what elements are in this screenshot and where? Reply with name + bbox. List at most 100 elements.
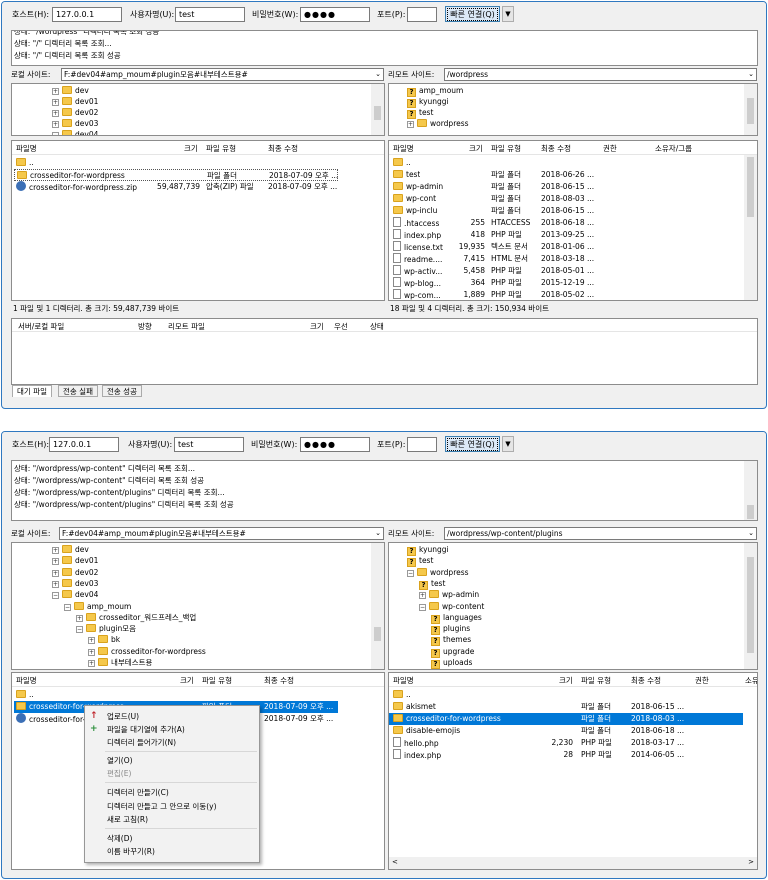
col-modified[interactable]: 최종 수정	[631, 675, 661, 686]
tree-item[interactable]: + dev	[52, 544, 89, 555]
tree-item[interactable]: − plugin모음	[76, 623, 136, 634]
col-status[interactable]: 상태	[370, 321, 384, 332]
quickconnect-dropdown[interactable]: ▼	[502, 6, 514, 22]
file-row[interactable]: hello.php 2,230 PHP 파일 2018-03-17 ...	[389, 737, 743, 749]
tree-item[interactable]: − dev04	[52, 589, 98, 600]
file-row[interactable]: ..	[12, 689, 370, 701]
col-type[interactable]: 파일 유형	[581, 675, 611, 686]
tree-item[interactable]: ? plugins	[431, 623, 470, 636]
quickconnect-dropdown[interactable]: ▼	[502, 436, 514, 452]
tree-item[interactable]: + dev03	[52, 578, 98, 589]
port-input[interactable]	[407, 437, 437, 452]
scrollbar[interactable]	[744, 84, 757, 135]
col-size[interactable]: 크기	[559, 675, 573, 686]
tree-item[interactable]: ? uploads	[431, 657, 472, 669]
col-owner[interactable]: 소유자	[745, 675, 757, 686]
host-input[interactable]: 127.0.0.1	[52, 7, 122, 22]
file-row[interactable]: wp-admin 파일 폴더 2018-06-15 ...	[389, 181, 743, 193]
col-size[interactable]: 크기	[310, 321, 324, 332]
file-row[interactable]: wp-inclu 파일 폴더 2018-06-15 ...	[389, 205, 743, 217]
chevron-down-icon[interactable]: ⌄	[375, 528, 381, 539]
file-row[interactable]: ..	[12, 157, 370, 169]
tree-item[interactable]: + 내부테스트용	[88, 657, 152, 668]
col-type[interactable]: 파일 유형	[206, 143, 236, 154]
tree-item[interactable]: + crosseditor-for-wordpress	[88, 646, 206, 657]
file-row[interactable]: readme.... 7,415 HTML 문서 2018-03-18 ...	[389, 253, 743, 265]
tree-item[interactable]: ? themes	[431, 634, 471, 647]
scrollbar[interactable]	[371, 543, 384, 669]
remote-path-input[interactable]: /wordpress/wp-content/plugins ⌄	[444, 527, 757, 540]
tree-item[interactable]: + dev03	[52, 118, 98, 129]
file-row[interactable]: wp-cont 파일 폴더 2018-08-03 ...	[389, 193, 743, 205]
menu-upload[interactable]: ↑ 업로드(U)	[85, 710, 259, 723]
file-row[interactable]: index.php 418 PHP 파일 2013-09-25 ...	[389, 229, 743, 241]
tree-item[interactable]: + dev01	[52, 555, 98, 566]
menu-rename[interactable]: 이름 바꾸기(R)	[85, 845, 259, 858]
tree-item[interactable]: + dev	[52, 85, 89, 96]
chevron-down-icon[interactable]: ⌄	[375, 69, 381, 80]
file-row[interactable]: ..	[389, 689, 743, 701]
tree-item[interactable]: + dev02	[52, 567, 98, 578]
tree-item[interactable]: + bk	[88, 634, 120, 645]
tree-item[interactable]: ? languages	[431, 612, 482, 624]
tree-item[interactable]: − wordpress	[407, 567, 469, 578]
col-name[interactable]: 파일명	[393, 675, 414, 686]
file-row[interactable]: crosseditor-for-wordpress.zip 59,487,739 압…	[12, 181, 370, 193]
tab-successful[interactable]: 전송 성공	[102, 385, 142, 397]
col-type[interactable]: 파일 유형	[491, 143, 521, 154]
col-server-local[interactable]: 서버/로컬 파일	[18, 321, 64, 332]
col-name[interactable]: 파일명	[16, 675, 37, 686]
col-size[interactable]: 크기	[184, 143, 198, 154]
col-size[interactable]: 크기	[469, 143, 483, 154]
col-size[interactable]: 크기	[180, 675, 194, 686]
file-row[interactable]: wp-activ... 5,458 PHP 파일 2018-05-01 ...	[389, 265, 743, 277]
tree-item[interactable]: ? test	[407, 555, 433, 568]
chevron-down-icon[interactable]: ⌄	[748, 528, 754, 539]
tree-item[interactable]: + wp-admin	[419, 589, 479, 600]
remote-path-input[interactable]: /wordpress ⌄	[444, 68, 757, 81]
menu-create-directory[interactable]: 디렉터리 만들기(C)	[85, 786, 259, 799]
col-direction[interactable]: 방향	[138, 321, 152, 332]
file-row[interactable]: ..	[389, 157, 743, 169]
tree-item[interactable]: ? upgrade	[431, 646, 474, 658]
file-row[interactable]: crosseditor-for-wordpress 파일 폴더 2018-08-03…	[389, 713, 743, 725]
quickconnect-button[interactable]: 빠른 연결(Q)	[445, 6, 500, 22]
menu-refresh[interactable]: 새로 고침(R)	[85, 813, 259, 826]
password-input[interactable]: ●●●●	[300, 7, 370, 22]
col-modified[interactable]: 최종 수정	[268, 143, 298, 154]
tab-queued[interactable]: 대기 파일	[12, 385, 52, 397]
col-permissions[interactable]: 권한	[695, 675, 709, 686]
tree-item[interactable]: ? amp_moum	[407, 85, 463, 97]
file-row[interactable]: index.php 28 PHP 파일 2014-06-05 ...	[389, 749, 743, 761]
col-priority[interactable]: 우선	[334, 321, 348, 332]
user-input[interactable]: test	[175, 7, 245, 22]
horizontal-scrollbar[interactable]: < >	[389, 857, 757, 869]
col-name[interactable]: 파일명	[393, 143, 414, 154]
tree-item[interactable]: ? test	[419, 578, 445, 590]
menu-delete[interactable]: 삭제(D)	[85, 832, 259, 845]
scrollbar[interactable]	[371, 84, 384, 135]
tree-item[interactable]: − dev04	[52, 129, 98, 135]
menu-enter-directory[interactable]: 디렉터리 들어가기(N)	[85, 736, 259, 749]
col-modified[interactable]: 최종 수정	[264, 675, 294, 686]
col-modified[interactable]: 최종 수정	[541, 143, 571, 154]
file-row[interactable]: test 파일 폴더 2018-06-26 ...	[389, 169, 743, 181]
file-row[interactable]: disable-emojis 파일 폴더 2018-06-18 ...	[389, 725, 743, 737]
menu-create-and-enter[interactable]: 디렉터리 만들고 그 안으로 이동(y)	[85, 800, 259, 813]
user-input[interactable]: test	[174, 437, 244, 452]
col-owner[interactable]: 소유자/그룹	[655, 143, 692, 154]
col-name[interactable]: 파일명	[16, 143, 37, 154]
tree-item[interactable]: − wp-content	[419, 601, 484, 612]
host-input[interactable]: 127.0.0.1	[49, 437, 119, 452]
file-row[interactable]: .htaccess 255 HTACCESS 2018-06-18 ...	[389, 217, 743, 229]
file-row[interactable]: wp-blog... 364 PHP 파일 2015-12-19 ...	[389, 277, 743, 289]
menu-add-to-queue[interactable]: + 파일을 대기열에 추가(A)	[85, 723, 259, 736]
tree-item[interactable]: + crosseditor_워드프레스_백업	[76, 612, 196, 623]
tree-item[interactable]: + dev02	[52, 107, 98, 118]
file-row[interactable]: license.txt 19,935 텍스트 문서 2018-01-06 ...	[389, 241, 743, 253]
password-input[interactable]: ●●●●	[300, 437, 370, 452]
file-row[interactable]: akismet 파일 폴더 2018-06-15 ...	[389, 701, 743, 713]
port-input[interactable]	[407, 7, 437, 22]
col-permissions[interactable]: 권한	[603, 143, 617, 154]
chevron-down-icon[interactable]: ⌄	[748, 69, 754, 80]
